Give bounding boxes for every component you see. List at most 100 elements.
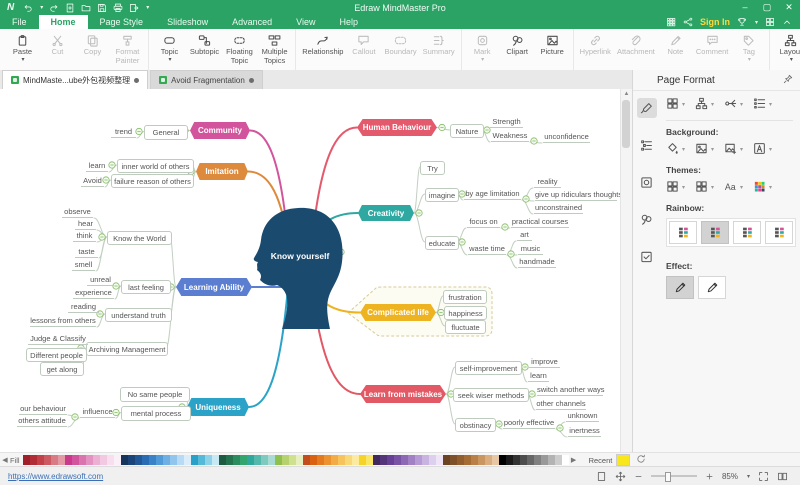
mindmap-node-knoww[interactable]: Know the World: [107, 231, 172, 245]
mindmap-node-innerw[interactable]: inner world of others: [117, 159, 194, 173]
collapse-marker[interactable]: [72, 414, 78, 420]
mindmap-node-archiv[interactable]: Archiving Management: [86, 342, 168, 356]
palette-swatch[interactable]: [86, 455, 93, 465]
palette-swatch[interactable]: [352, 455, 359, 465]
collapse-marker[interactable]: [502, 224, 508, 230]
palette-swatch[interactable]: [289, 455, 296, 465]
palette-swatch[interactable]: [338, 455, 345, 465]
ribbon-button-multiple-topics[interactable]: Multiple Topics: [257, 32, 292, 65]
mindmap-node-weakness[interactable]: Weakness: [491, 131, 529, 142]
palette-swatch[interactable]: [121, 455, 128, 465]
palette-scroll-left[interactable]: ◀: [0, 456, 10, 464]
dropdown-caret[interactable]: ▾: [740, 146, 743, 153]
panel-tab-task[interactable]: [637, 246, 657, 266]
scrollbar-thumb[interactable]: [622, 100, 630, 148]
dropdown-caret[interactable]: ▾: [682, 146, 685, 153]
ribbon-button-clipart[interactable]: Clipart: [500, 32, 535, 57]
palette-swatch[interactable]: [44, 455, 51, 465]
palette-swatch[interactable]: [324, 455, 331, 465]
mindmap-node-wastet[interactable]: waste time: [468, 244, 506, 255]
palette-swatch[interactable]: [534, 455, 541, 465]
export-icon[interactable]: [129, 3, 139, 13]
mindmap-node-ourbeh[interactable]: our behaviour: [19, 404, 67, 415]
effect-option-1[interactable]: [666, 276, 694, 299]
mindmap-node-byage[interactable]: by age limitation: [464, 189, 521, 200]
layout-orgchart-button[interactable]: ▾: [695, 97, 714, 112]
palette-swatch[interactable]: [212, 455, 219, 465]
palette-swatch[interactable]: [415, 455, 422, 465]
close-button[interactable]: ✕: [778, 0, 800, 15]
palette-swatch[interactable]: [394, 455, 401, 465]
palette-swatch[interactable]: [408, 455, 415, 465]
palette-swatch[interactable]: [422, 455, 429, 465]
mindmap-node-complife[interactable]: Complicated life: [360, 304, 436, 321]
rainbow-option-3[interactable]: [733, 221, 761, 244]
mindmap-node-seekw[interactable]: seek wiser methods: [453, 388, 529, 402]
mindmap-node-general[interactable]: General: [144, 125, 188, 140]
mindmap-central-topic[interactable]: Know yourself: [266, 251, 334, 261]
palette-swatch[interactable]: [443, 455, 450, 465]
mindmap-node-unique[interactable]: Uniqueness: [187, 398, 249, 416]
layout-listicon-button[interactable]: ▾: [753, 97, 772, 112]
mindmap-node-influence[interactable]: influence: [80, 407, 115, 418]
undo-icon[interactable]: [23, 3, 33, 13]
mindmap-node-practical[interactable]: practical courses: [511, 217, 569, 228]
dropdown-caret[interactable]: ▾: [40, 4, 43, 11]
mindmap-node-nosame[interactable]: No same people: [120, 387, 190, 402]
save-icon[interactable]: [97, 3, 107, 13]
palette-swatch[interactable]: [275, 455, 282, 465]
palette-swatch[interactable]: [506, 455, 513, 465]
mindmap-node-experience[interactable]: experience: [73, 288, 114, 299]
dropdown-caret[interactable]: ▾: [682, 184, 685, 191]
mindmap-node-imitation[interactable]: Imitation: [196, 163, 248, 180]
dropdown-caret[interactable]: ▾: [740, 101, 743, 108]
palette-swatch[interactable]: [478, 455, 485, 465]
dropdown-caret[interactable]: ▾: [740, 184, 743, 191]
mindmap-node-undert[interactable]: understand truth: [105, 308, 172, 322]
zoom-slider[interactable]: [651, 475, 697, 477]
menu-item-view[interactable]: View: [284, 15, 327, 29]
menu-item-help[interactable]: Help: [327, 15, 370, 29]
layout-grid4-button[interactable]: ▾: [666, 97, 685, 112]
mindmap-node-nature[interactable]: Nature: [450, 124, 484, 138]
grid-icon[interactable]: [666, 17, 676, 27]
minimize-button[interactable]: –: [734, 0, 756, 15]
pin-icon[interactable]: [783, 74, 793, 87]
mindmap-node-getal[interactable]: get along: [40, 362, 84, 376]
palette-swatch[interactable]: [541, 455, 548, 465]
document-tab-1[interactable]: MindMaste...ube外包视频整理: [2, 70, 148, 89]
mindmap-node-unreal[interactable]: unreal: [87, 275, 114, 286]
mindmap-node-unconf[interactable]: unconfidence: [543, 132, 590, 143]
palette-swatch[interactable]: [268, 455, 275, 465]
mindmap-node-lastf[interactable]: last feeling: [121, 280, 171, 294]
mindmap-node-giveup[interactable]: give up ridiculars thoughts: [535, 190, 617, 201]
collapse-marker[interactable]: [523, 196, 529, 202]
mindmap-node-educate[interactable]: educate: [425, 236, 459, 250]
palette-swatch[interactable]: [149, 455, 156, 465]
collapse-marker[interactable]: [531, 138, 537, 144]
palette-swatch[interactable]: [401, 455, 408, 465]
mindmap-node-fluct[interactable]: fluctuate: [445, 320, 486, 334]
maximize-button[interactable]: ▢: [756, 0, 778, 15]
mindmap-node-learn2[interactable]: learn: [528, 371, 549, 382]
print-icon[interactable]: [113, 3, 123, 13]
layout-branchmap-button[interactable]: ▾: [724, 97, 743, 112]
background-bucket-button[interactable]: ▾: [666, 142, 685, 157]
palette-swatch[interactable]: [513, 455, 520, 465]
mindmap-node-reading[interactable]: reading: [68, 302, 99, 313]
new-document-icon[interactable]: [65, 3, 75, 13]
collapse-ribbon-icon[interactable]: [782, 17, 792, 27]
collapse-marker[interactable]: [439, 124, 445, 130]
ribbon-button-relationship[interactable]: Relationship: [299, 32, 346, 57]
palette-swatch[interactable]: [387, 455, 394, 465]
palette-swatch[interactable]: [58, 455, 65, 465]
menu-item-file[interactable]: File: [0, 15, 39, 29]
palette-swatch[interactable]: [191, 455, 198, 465]
palette-swatch[interactable]: [30, 455, 37, 465]
palette-swatch[interactable]: [156, 455, 163, 465]
sign-in-button[interactable]: Sign In: [700, 17, 730, 27]
collapse-marker[interactable]: [557, 425, 563, 431]
zoom-out-button[interactable]: [634, 472, 643, 481]
panel-tab-clipart2[interactable]: [637, 209, 657, 229]
palette-swatch[interactable]: [527, 455, 534, 465]
